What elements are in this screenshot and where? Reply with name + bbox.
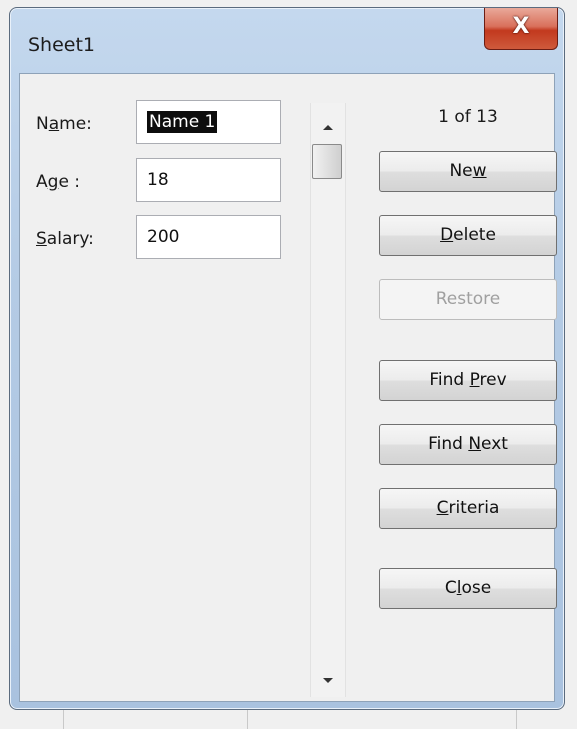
new-button[interactable]: New xyxy=(379,151,557,192)
scroll-down-arrow-icon[interactable] xyxy=(323,678,333,683)
find-prev-button[interactable]: Find Prev xyxy=(379,360,557,401)
grid-line xyxy=(63,708,64,729)
find-next-button[interactable]: Find Next xyxy=(379,424,557,465)
record-scrollbar[interactable] xyxy=(310,103,346,697)
grid-line xyxy=(516,708,517,729)
window-title: Sheet1 xyxy=(28,34,96,56)
close-window-button[interactable]: X xyxy=(484,8,558,50)
field-label-salary: Salary: xyxy=(36,229,94,249)
name-field[interactable]: Name 1 xyxy=(136,100,281,144)
record-counter: 1 of 13 xyxy=(438,107,498,127)
scroll-up-arrow-icon[interactable] xyxy=(323,125,333,130)
form-client-area: Name: Name 1 Age : 18 Salary: 200 1 of 1… xyxy=(19,73,557,702)
scroll-thumb[interactable] xyxy=(312,144,342,179)
age-field[interactable]: 18 xyxy=(136,158,281,202)
criteria-button[interactable]: Criteria xyxy=(379,488,557,529)
close-icon: X xyxy=(512,14,530,39)
salary-field[interactable]: 200 xyxy=(136,215,281,259)
name-field-value: Name 1 xyxy=(147,111,218,133)
restore-button[interactable]: Restore xyxy=(379,279,557,320)
close-button[interactable]: Close xyxy=(379,568,557,609)
data-form-dialog: Sheet1 X Name: Name 1 Age : 18 Salary: 2… xyxy=(9,7,565,710)
field-label-age: Age : xyxy=(36,172,81,192)
salary-field-value: 200 xyxy=(147,227,180,247)
grid-line xyxy=(247,708,248,729)
delete-button[interactable]: Delete xyxy=(379,215,557,256)
field-label-name: Name: xyxy=(36,114,92,134)
title-bar[interactable]: Sheet1 X xyxy=(10,8,564,78)
age-field-value: 18 xyxy=(147,170,169,190)
